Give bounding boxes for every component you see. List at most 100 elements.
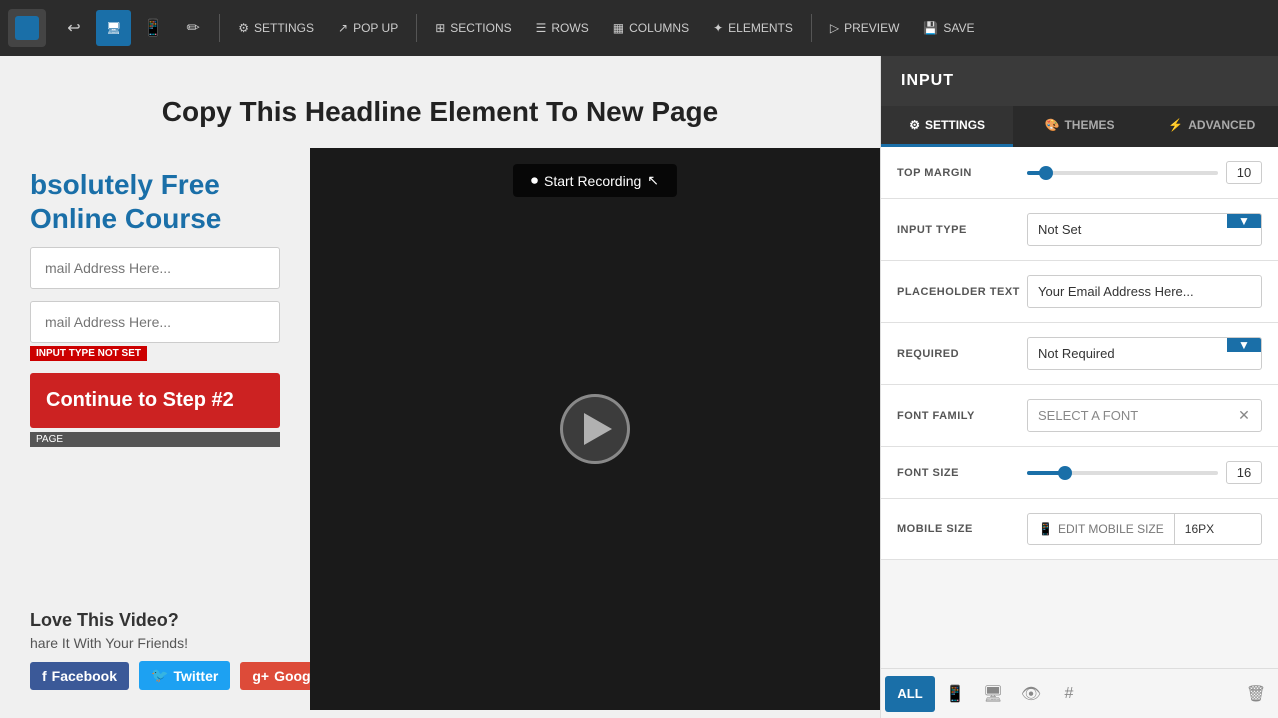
input-type-dropdown-arrow[interactable]: ▼	[1227, 214, 1261, 228]
desktop-view-button[interactable]: 🖥	[96, 10, 131, 46]
input-type-dropdown[interactable]: Not Set ▼	[1027, 213, 1262, 246]
input-type-row: INPUT TYPE Not Set ▼	[881, 199, 1278, 261]
save-button[interactable]: 💾 SAVE	[913, 10, 984, 46]
separator-3	[811, 14, 812, 42]
panel-header: INPUT	[881, 56, 1278, 106]
themes-tab-icon: 🎨	[1045, 118, 1060, 132]
pen-icon: ✏	[187, 18, 200, 38]
bottom-desktop-icon: 🖥	[983, 684, 1003, 704]
email-input-2[interactable]	[30, 301, 280, 343]
right-panel: INPUT ⚙ SETTINGS 🎨 THEMES ⚡ ADVANCED TOP…	[880, 56, 1278, 718]
tab-advanced[interactable]: ⚡ ADVANCED	[1146, 106, 1278, 147]
rows-icon: ☰	[536, 21, 547, 35]
email-input-1[interactable]	[30, 247, 280, 289]
bottom-trash-button[interactable]: 🗑	[1238, 676, 1274, 712]
social-buttons: f Facebook 🐦 Twitter g+ Google+	[30, 661, 280, 690]
page-badge: PAGE	[30, 432, 280, 447]
start-recording-button[interactable]: ⏺ Start Recording ↖	[513, 164, 677, 197]
pen-button[interactable]: ✏	[175, 10, 211, 46]
video-area: ⏺ Start Recording ↖	[310, 148, 880, 710]
font-family-clear-button[interactable]: ✕	[1227, 407, 1261, 424]
google-icon: g+	[252, 668, 269, 684]
font-size-control	[1027, 461, 1262, 484]
facebook-button[interactable]: f Facebook	[30, 662, 129, 690]
font-family-row: FONT FAMILY SELECT A FONT ✕	[881, 385, 1278, 447]
panel-content: TOP MARGIN INPUT TYPE Not Set ▼	[881, 147, 1278, 668]
placeholder-text-control	[1027, 275, 1262, 308]
elements-icon: ✦	[713, 21, 723, 35]
font-size-slider-thumb[interactable]	[1058, 466, 1072, 480]
email-input-2-wrapper: INPUT TYPE NOT SET	[30, 301, 280, 361]
cta-button[interactable]: Continue to Step #2	[30, 373, 280, 428]
mobile-view-button[interactable]: 📱	[135, 10, 171, 46]
font-size-slider-track[interactable]	[1027, 471, 1218, 475]
canvas: Copy This Headline Element To New Page b…	[0, 56, 880, 718]
top-margin-row: TOP MARGIN	[881, 147, 1278, 199]
sections-icon: ⊞	[435, 21, 445, 35]
mobile-size-icon: 📱 EDIT MOBILE SIZE	[1028, 514, 1174, 544]
settings-tab-icon: ⚙	[909, 118, 920, 132]
top-margin-value[interactable]	[1226, 161, 1262, 184]
bottom-eye-icon: 👁	[1021, 684, 1041, 704]
columns-icon: ▦	[613, 21, 624, 35]
facebook-icon: f	[42, 668, 47, 684]
bottom-eye-button[interactable]: 👁	[1013, 676, 1049, 712]
bottom-mobile-icon: 📱	[945, 684, 965, 704]
elements-button[interactable]: ✦ ELEMENTS	[703, 10, 803, 46]
required-control: Not Required ▼	[1027, 337, 1262, 370]
top-margin-control	[1027, 161, 1262, 184]
page-layout: bsolutely Free Online Course INPUT TYPE …	[0, 148, 880, 710]
share-title: Love This Video?	[30, 610, 280, 631]
video-container: ⏺ Start Recording ↖	[310, 148, 880, 710]
right-panel-bottom-bar: ALL 📱 🖥 👁 # 🗑	[881, 668, 1278, 718]
page-headline: Copy This Headline Element To New Page	[0, 56, 880, 148]
preview-button[interactable]: ▷ PREVIEW	[820, 10, 910, 46]
main-area: Copy This Headline Element To New Page b…	[0, 56, 1278, 718]
mobile-size-row: MOBILE SIZE 📱 EDIT MOBILE SIZE 16PX	[881, 499, 1278, 560]
bottom-hash-icon: #	[1065, 685, 1074, 703]
font-size-row: FONT SIZE	[881, 447, 1278, 499]
placeholder-text-input[interactable]	[1027, 275, 1262, 308]
desktop-icon: 🖥	[106, 21, 121, 35]
font-family-control: SELECT A FONT ✕	[1027, 399, 1262, 432]
font-family-select[interactable]: SELECT A FONT ✕	[1027, 399, 1262, 432]
preview-icon: ▷	[830, 21, 839, 35]
record-icon: ⏺	[531, 172, 538, 189]
tab-settings[interactable]: ⚙ SETTINGS	[881, 106, 1013, 147]
font-size-value[interactable]	[1226, 461, 1262, 484]
required-dropdown[interactable]: Not Required ▼	[1027, 337, 1262, 370]
rows-button[interactable]: ☰ ROWS	[526, 10, 599, 46]
save-icon: 💾	[923, 21, 938, 35]
input-type-control: Not Set ▼	[1027, 213, 1262, 246]
columns-button[interactable]: ▦ COLUMNS	[603, 10, 699, 46]
placeholder-text-row: PLACEHOLDER TEXT	[881, 261, 1278, 323]
popup-button[interactable]: ↗ POP UP	[328, 10, 408, 46]
top-margin-slider-track[interactable]	[1027, 171, 1218, 175]
sections-button[interactable]: ⊞ SECTIONS	[425, 10, 521, 46]
top-margin-slider-thumb[interactable]	[1039, 166, 1053, 180]
separator-1	[219, 14, 220, 42]
bottom-hash-button[interactable]: #	[1051, 676, 1087, 712]
twitter-button[interactable]: 🐦 Twitter	[139, 661, 230, 690]
undo-button[interactable]: ↩	[56, 10, 92, 46]
toolbar: ↩ 🖥 📱 ✏ ⚙ SETTINGS ↗ POP UP ⊞ SECTIONS ☰…	[0, 0, 1278, 56]
logo	[8, 9, 46, 47]
mobile-icon-small: 📱	[1038, 522, 1053, 536]
tab-themes[interactable]: 🎨 THEMES	[1013, 106, 1145, 147]
bottom-trash-icon: 🗑	[1246, 684, 1266, 704]
bottom-desktop-button[interactable]: 🖥	[975, 676, 1011, 712]
settings-icon: ⚙	[238, 21, 249, 35]
mobile-icon: 📱	[143, 18, 163, 38]
mobile-size-selector[interactable]: 📱 EDIT MOBILE SIZE 16PX	[1027, 513, 1262, 545]
all-button[interactable]: ALL	[885, 676, 935, 712]
play-button[interactable]	[560, 394, 630, 464]
required-dropdown-arrow[interactable]: ▼	[1227, 338, 1261, 352]
settings-button[interactable]: ⚙ SETTINGS	[228, 10, 324, 46]
share-subtitle: hare It With Your Friends!	[30, 635, 280, 651]
bottom-mobile-button[interactable]: 📱	[937, 676, 973, 712]
required-row: REQUIRED Not Required ▼	[881, 323, 1278, 385]
twitter-icon: 🐦	[151, 667, 168, 684]
cursor-icon: ↖	[647, 172, 659, 189]
free-course-text: bsolutely Free Online Course	[30, 168, 280, 235]
mobile-size-control: 📱 EDIT MOBILE SIZE 16PX	[1027, 513, 1262, 545]
